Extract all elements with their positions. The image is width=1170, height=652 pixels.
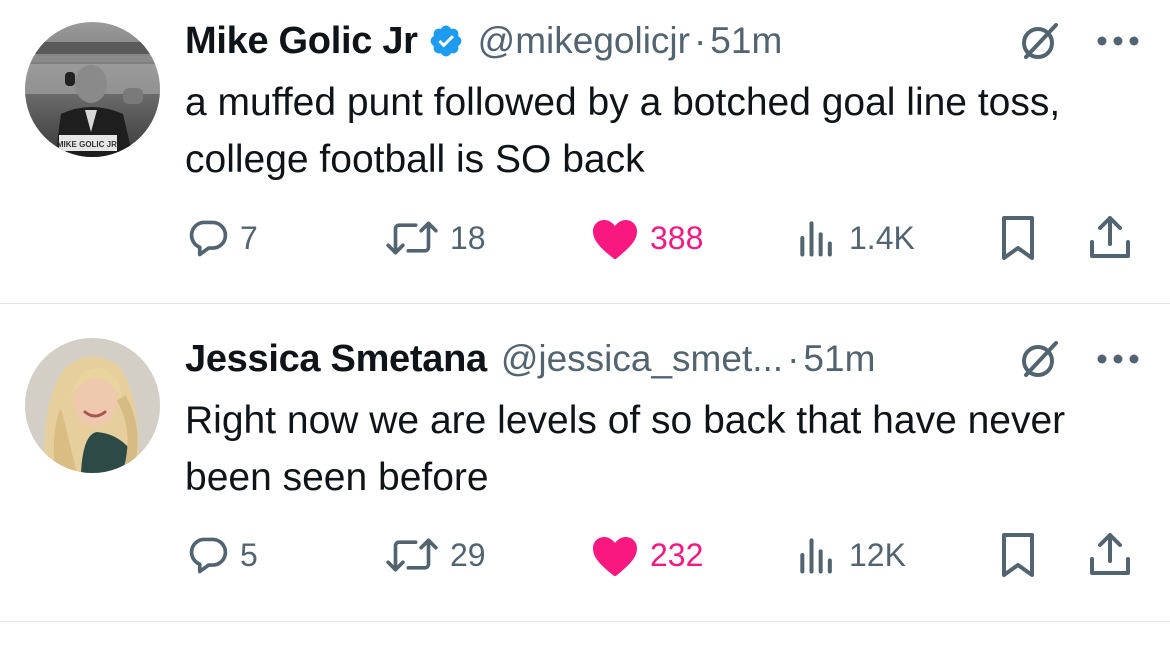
like-count: 388 (650, 219, 704, 256)
reply-count: 5 (240, 536, 258, 573)
like-count: 232 (650, 536, 704, 573)
like-button[interactable]: 232 (590, 527, 703, 583)
bookmark-button[interactable] (1000, 210, 1036, 266)
bookmark-button[interactable] (1000, 527, 1036, 583)
tweet-actions: 7 18 388 1.4K (0, 210, 1170, 266)
bookmark-icon (1002, 533, 1034, 577)
reply-icon (189, 220, 228, 257)
tweet-feed: MIKE GOLIC JR. Mike Golic Jr @mikegolicj… (0, 0, 1170, 652)
views-button[interactable]: 1.4K (795, 210, 915, 266)
divider (0, 303, 1170, 304)
heart-icon (593, 220, 637, 259)
timestamp[interactable]: 51m (710, 20, 782, 62)
retweet-button[interactable]: 18 (384, 210, 486, 266)
display-name[interactable]: Mike Golic Jr (185, 20, 418, 63)
views-button[interactable]: 12K (795, 527, 906, 583)
tweet-text: Right now we are levels of so back that … (185, 399, 1066, 499)
reply-count: 7 (240, 219, 258, 256)
avatar-photo (25, 338, 160, 473)
tweet-header: Mike Golic Jr @mikegolicjr · 51m (185, 16, 1140, 66)
avatar[interactable]: MIKE GOLIC JR. (25, 22, 160, 157)
view-count: 1.4K (849, 219, 915, 256)
share-icon (1090, 216, 1130, 258)
reply-button[interactable]: 7 (186, 210, 258, 266)
display-name[interactable]: Jessica Smetana (185, 338, 487, 381)
views-icon (800, 221, 832, 257)
heart-icon (593, 537, 637, 576)
avatar[interactable] (25, 338, 160, 473)
view-count: 12K (849, 536, 906, 573)
verified-badge-icon (430, 25, 462, 57)
share-button[interactable] (1088, 527, 1132, 583)
retweet-icon (386, 221, 438, 255)
bookmark-icon (1002, 216, 1034, 260)
grok-icon[interactable] (1018, 337, 1062, 381)
tweet[interactable]: MIKE GOLIC JR. Mike Golic Jr @mikegolicj… (0, 0, 1170, 304)
handle[interactable]: @mikegolicjr (478, 20, 690, 62)
tweet[interactable]: Jessica Smetana @jessica_smet... · 51m R… (0, 305, 1170, 621)
reply-button[interactable]: 5 (186, 527, 258, 583)
retweet-icon (386, 538, 438, 572)
views-icon (800, 538, 832, 574)
separator-dot: · (693, 20, 707, 61)
like-button[interactable]: 388 (590, 210, 703, 266)
more-icon[interactable] (1096, 353, 1140, 365)
timestamp[interactable]: 51m (803, 338, 875, 380)
share-icon (1090, 533, 1130, 575)
handle[interactable]: @jessica_smet... (501, 338, 783, 380)
grok-icon[interactable] (1018, 19, 1062, 63)
avatar-caption: MIKE GOLIC JR. (57, 140, 119, 149)
tweet-header: Jessica Smetana @jessica_smet... · 51m (185, 334, 1140, 384)
share-button[interactable] (1088, 210, 1132, 266)
avatar-photo: MIKE GOLIC JR. (25, 22, 160, 157)
retweet-count: 18 (450, 219, 486, 256)
reply-icon (189, 537, 228, 574)
separator-dot: · (787, 338, 800, 379)
tweet-text: a muffed punt followed by a botched goal… (185, 81, 1061, 181)
divider (0, 621, 1170, 622)
more-icon[interactable] (1096, 35, 1140, 47)
retweet-count: 29 (450, 536, 486, 573)
tweet-actions: 5 29 232 12K (0, 527, 1170, 583)
retweet-button[interactable]: 29 (384, 527, 486, 583)
